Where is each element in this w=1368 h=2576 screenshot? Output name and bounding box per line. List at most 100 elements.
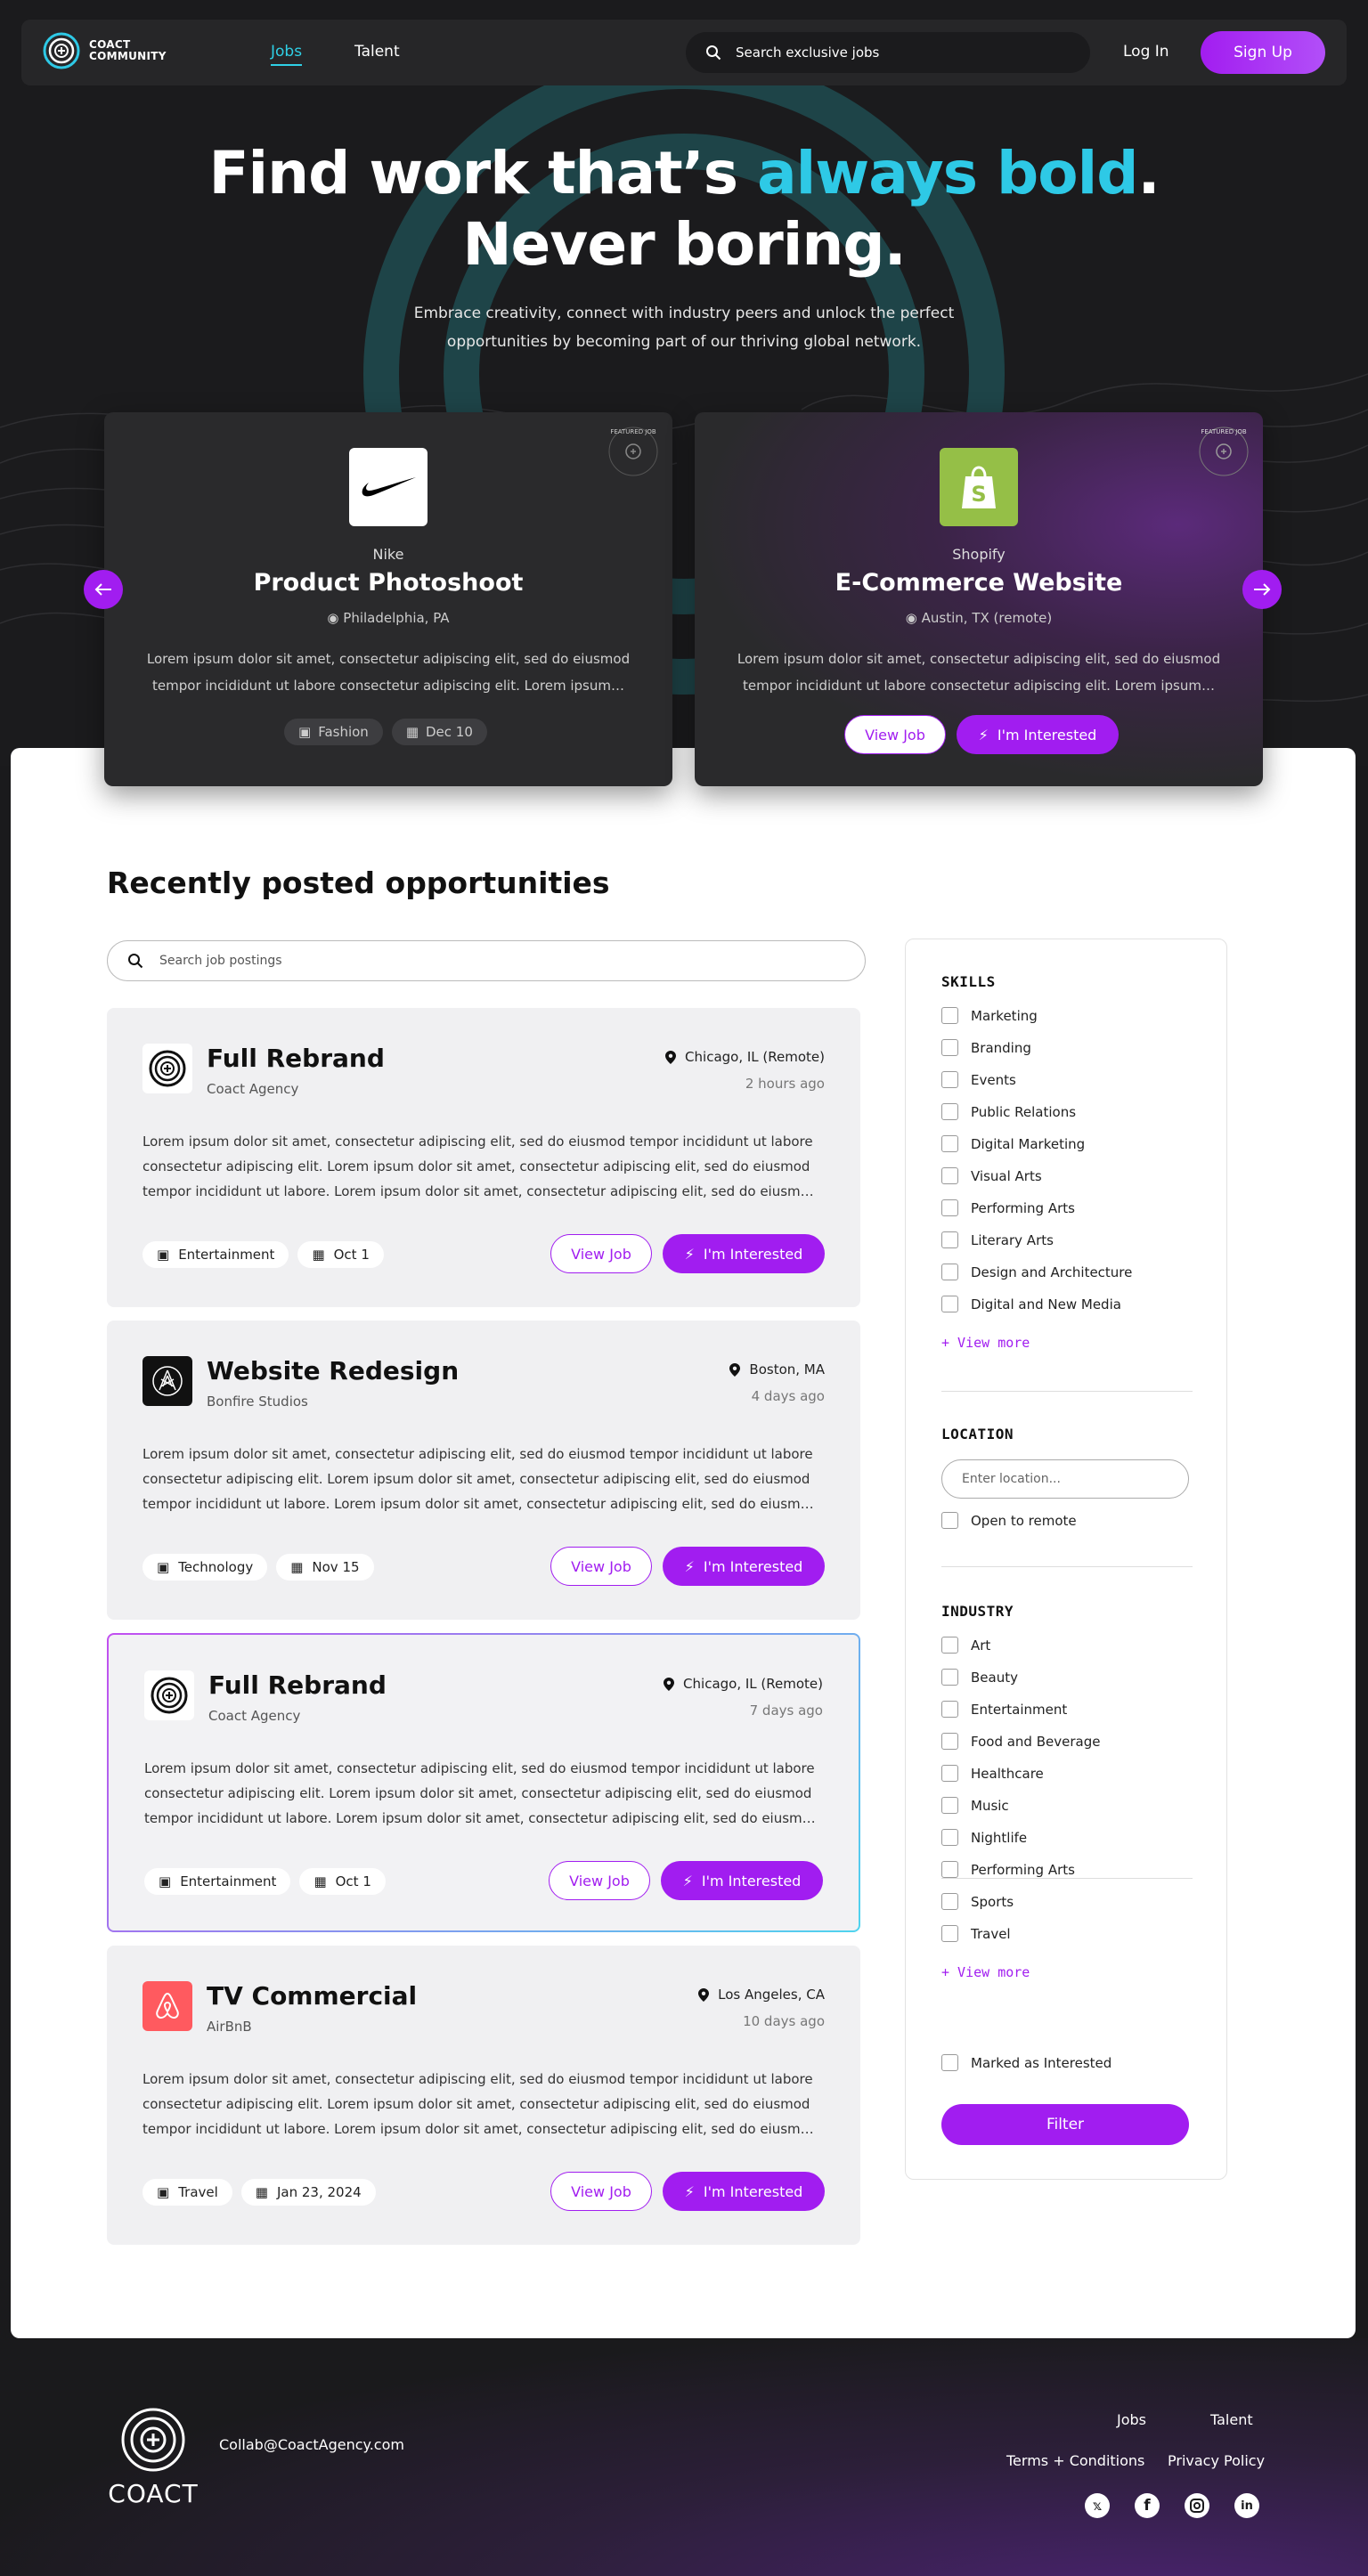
footer-email[interactable]: Collab@CoactAgency.com <box>219 2436 404 2453</box>
job-card[interactable]: Website Redesign Bonfire Studios Boston,… <box>107 1321 860 1620</box>
skill-checkbox[interactable]: Digital and New Media <box>941 1296 1121 1312</box>
category-tag: ▣ Travel <box>142 2179 232 2206</box>
instagram-icon[interactable] <box>1185 2493 1209 2518</box>
facebook-icon[interactable]: f <box>1135 2493 1160 2518</box>
skills-view-more[interactable]: + View more <box>941 1335 1030 1351</box>
checkbox[interactable] <box>941 1701 958 1718</box>
industry-checkbox[interactable]: Music <box>941 1797 1009 1814</box>
job-card[interactable]: TV Commercial AirBnB Los Angeles, CA 10 … <box>107 1946 860 2245</box>
checkbox[interactable] <box>941 1765 958 1782</box>
signup-button[interactable]: Sign Up <box>1201 31 1325 74</box>
checkbox[interactable] <box>941 2054 958 2071</box>
job-title[interactable]: Full Rebrand <box>207 1044 385 1073</box>
linkedin-icon[interactable]: in <box>1234 2493 1259 2518</box>
location-input[interactable]: Enter location... <box>941 1459 1189 1499</box>
checkbox[interactable] <box>941 1103 958 1120</box>
carousel-prev-button[interactable] <box>84 570 123 609</box>
footer-privacy-link[interactable]: Privacy Policy <box>1168 2452 1265 2469</box>
nav-talent[interactable]: Talent <box>354 43 400 61</box>
checkbox[interactable] <box>941 1669 958 1686</box>
marked-interested-checkbox[interactable]: Marked as Interested <box>941 2054 1112 2071</box>
job-title[interactable]: Full Rebrand <box>208 1670 387 1700</box>
checkbox[interactable] <box>941 1167 958 1184</box>
skill-checkbox[interactable]: Design and Architecture <box>941 1264 1132 1280</box>
industry-checkbox[interactable]: Sports <box>941 1893 1014 1910</box>
logo[interactable]: COACT COMMUNITY <box>43 32 167 69</box>
view-job-button[interactable]: View Job <box>844 715 946 754</box>
view-job-button[interactable]: View Job <box>550 2172 652 2211</box>
interested-button[interactable]: ⚡ I'm Interested <box>957 715 1119 754</box>
skill-checkbox[interactable]: Literary Arts <box>941 1231 1054 1248</box>
job-posted-time: 4 days ago <box>751 1388 825 1404</box>
search-placeholder: Search exclusive jobs <box>736 45 880 61</box>
section-title: Recently posted opportunities <box>107 865 610 900</box>
briefcase-icon: ▣ <box>157 1247 170 1263</box>
checkbox[interactable] <box>941 1264 958 1280</box>
checkbox[interactable] <box>941 1733 958 1750</box>
checkbox[interactable] <box>941 1893 958 1910</box>
filter-button[interactable]: Filter <box>941 2104 1189 2145</box>
location-pin-icon <box>729 1362 741 1377</box>
skill-checkbox[interactable]: Visual Arts <box>941 1167 1042 1184</box>
industry-checkbox[interactable]: Healthcare <box>941 1765 1044 1782</box>
checkbox[interactable] <box>941 1512 958 1529</box>
view-job-button[interactable]: View Job <box>549 1861 650 1900</box>
checkbox[interactable] <box>941 1071 958 1088</box>
featured-title[interactable]: E-Commerce Website <box>695 569 1263 597</box>
skill-checkbox[interactable]: Public Relations <box>941 1103 1076 1120</box>
skill-checkbox[interactable]: Digital Marketing <box>941 1135 1085 1152</box>
interested-button[interactable]: ⚡ I'm Interested <box>663 1234 825 1273</box>
footer-jobs-link[interactable]: Jobs <box>1117 2411 1146 2428</box>
job-title[interactable]: TV Commercial <box>207 1981 417 2011</box>
interested-button[interactable]: ⚡ I'm Interested <box>663 2172 825 2211</box>
job-title[interactable]: Website Redesign <box>207 1356 459 1386</box>
checkbox[interactable] <box>941 1231 958 1248</box>
footer-logo[interactable]: COACT <box>107 2404 200 2508</box>
x-icon[interactable]: 𝕩 <box>1085 2493 1110 2518</box>
job-location-text: Boston, MA <box>749 1361 825 1377</box>
featured-card-shopify[interactable]: S FEATURED JOB Shopify E-Commerce Websit… <box>695 412 1263 786</box>
industry-checkbox[interactable]: Entertainment <box>941 1701 1067 1718</box>
checkbox[interactable] <box>941 1199 958 1216</box>
industry-checkbox[interactable]: Beauty <box>941 1669 1018 1686</box>
search-exclusive-jobs[interactable]: Search exclusive jobs <box>686 32 1090 73</box>
industry-checkbox[interactable]: Performing Arts <box>941 1861 1075 1878</box>
checkbox[interactable] <box>941 1861 958 1878</box>
featured-title[interactable]: Product Photoshoot <box>104 569 672 597</box>
checkbox[interactable] <box>941 1135 958 1152</box>
skill-checkbox[interactable]: Events <box>941 1071 1016 1088</box>
job-card-highlighted[interactable]: Full Rebrand Coact Agency Chicago, IL (R… <box>107 1633 860 1932</box>
remote-checkbox[interactable]: Open to remote <box>941 1512 1077 1529</box>
checkbox[interactable] <box>941 1039 958 1056</box>
skill-checkbox[interactable]: Marketing <box>941 1007 1038 1024</box>
checkbox[interactable] <box>941 1637 958 1654</box>
main-panel: Recently posted opportunities Search job… <box>11 748 1356 2338</box>
view-job-button[interactable]: View Job <box>550 1234 652 1273</box>
search-job-postings[interactable]: Search job postings <box>107 940 866 981</box>
interested-button[interactable]: ⚡ I'm Interested <box>661 1861 823 1900</box>
nav-jobs[interactable]: Jobs <box>271 43 303 66</box>
industry-checkbox[interactable]: Food and Beverage <box>941 1733 1100 1750</box>
industry-view-more[interactable]: + View more <box>941 1964 1030 1980</box>
skill-checkbox[interactable]: Performing Arts <box>941 1199 1075 1216</box>
checkbox[interactable] <box>941 1296 958 1312</box>
industry-checkbox[interactable]: Travel <box>941 1925 1011 1942</box>
job-actions: View Job ⚡ I'm Interested <box>549 1861 823 1900</box>
footer-talent-link[interactable]: Talent <box>1210 2411 1253 2428</box>
industry-checkbox[interactable]: Art <box>941 1637 990 1654</box>
footer-terms-link[interactable]: Terms + Conditions <box>1006 2452 1144 2469</box>
carousel-next-button[interactable] <box>1242 570 1282 609</box>
checkbox[interactable] <box>941 1007 958 1024</box>
interested-button[interactable]: ⚡ I'm Interested <box>663 1547 825 1586</box>
industry-label: Entertainment <box>971 1701 1068 1718</box>
checkbox[interactable] <box>941 1797 958 1814</box>
view-job-button[interactable]: View Job <box>550 1547 652 1586</box>
login-link[interactable]: Log In <box>1123 43 1169 61</box>
industry-checkbox[interactable]: Nightlife <box>941 1829 1027 1846</box>
featured-card-nike[interactable]: FEATURED JOB Nike Product Photoshoot ◉ P… <box>104 412 672 786</box>
skill-checkbox[interactable]: Branding <box>941 1039 1031 1056</box>
checkbox[interactable] <box>941 1829 958 1846</box>
job-company: Coact Agency <box>207 1081 299 1097</box>
job-card[interactable]: Full Rebrand Coact Agency Chicago, IL (R… <box>107 1008 860 1307</box>
checkbox[interactable] <box>941 1925 958 1942</box>
